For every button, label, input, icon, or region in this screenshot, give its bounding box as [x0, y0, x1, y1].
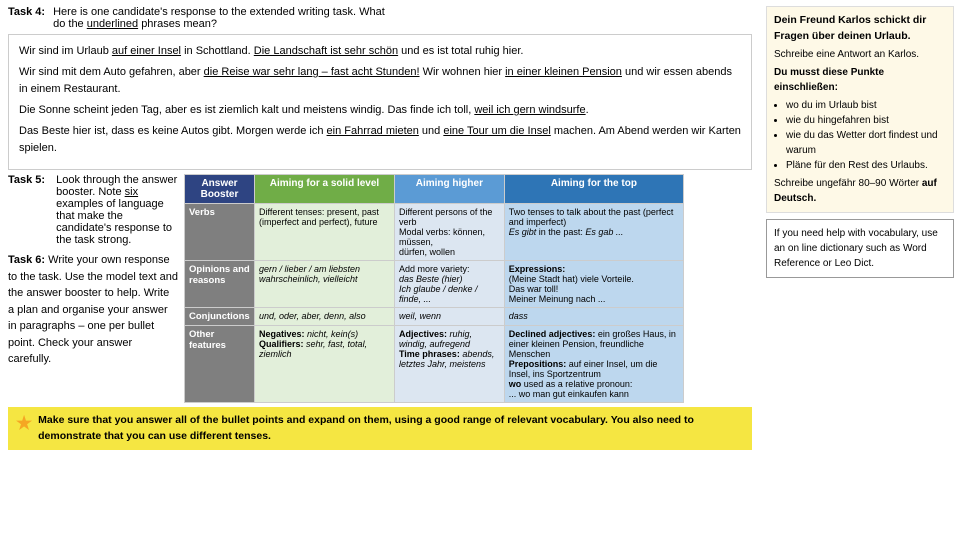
category-opinions: Opinions and reasons [185, 261, 255, 308]
booster-col1-header: Aiming for a solid level [255, 175, 395, 204]
booster-col3-header: Aiming for the top [504, 175, 683, 204]
bullet-3: wie du das Wetter dort findest und warum [786, 128, 946, 158]
german-card-title: Dein Freund Karlos schickt dir Fragen üb… [774, 13, 946, 45]
booster-table-container: Answer Booster Aiming for a solid level … [184, 174, 684, 403]
german-card-word-count: Schreibe ungefähr 80–90 Wörter auf Deuts… [774, 176, 946, 206]
task4-label: Task 4: [8, 6, 45, 18]
german-card-bullets: wo du im Urlaub bist wie du hingefahren … [774, 98, 946, 173]
category-conjunctions: Conjunctions [185, 308, 255, 326]
bullet-4: Pläne für den Rest des Urlaubs. [786, 158, 946, 173]
task6-label: Task 6: [8, 254, 45, 266]
other-top: Declined adjectives: ein großes Haus, in… [504, 326, 683, 403]
other-solid: Negatives: nicht, kein(s)Qualifiers: seh… [255, 326, 395, 403]
verbs-solid: Different tenses: present, past (imperfe… [255, 204, 395, 261]
booster-row-opinions: Opinions and reasons gern / lieber / am … [185, 261, 684, 308]
bullet-1: wo du im Urlaub bist [786, 98, 946, 113]
reminder-box: ★ Make sure that you answer all of the b… [8, 407, 752, 449]
task4-line1: Here is one candidate's response to the … [53, 6, 385, 18]
booster-header-row: Answer Booster Aiming for a solid level … [185, 175, 684, 204]
category-verbs: Verbs [185, 204, 255, 261]
german-card: Dein Freund Karlos schickt dir Fragen üb… [766, 6, 954, 213]
booster-table: Answer Booster Aiming for a solid level … [184, 174, 684, 403]
conj-higher: weil, wenn [394, 308, 504, 326]
task6-text: Write your own response to the task. Use… [8, 254, 178, 365]
dict-tip-box: If you need help with vocabulary, use an… [766, 219, 954, 278]
german-para2: Wir sind mit dem Auto gefahren, aber die… [19, 64, 741, 98]
verbs-higher: Different persons of the verbModal verbs… [394, 204, 504, 261]
bullet-2: wie du hingefahren bist [786, 113, 946, 128]
german-para4: Das Beste hier ist, dass es keine Autos … [19, 123, 741, 157]
german-para1: Wir sind im Urlaub auf einer Insel in Sc… [19, 43, 741, 60]
german-para3: Die Sonne scheint jeden Tag, aber es ist… [19, 102, 741, 119]
dict-tip-text: If you need help with vocabulary, use an… [774, 228, 938, 269]
conj-solid: und, oder, aber, denn, also [255, 308, 395, 326]
main-container: Task 4: Here is one candidate's response… [0, 0, 960, 540]
task4-end: phrases mean? [141, 18, 217, 30]
task6-block: Task 6: Write your own response to the t… [8, 252, 178, 368]
task4-header: Task 4: Here is one candidate's response… [8, 6, 752, 30]
opinions-higher: Add more variety:das Beste (hier)Ich gla… [394, 261, 504, 308]
other-higher: Adjectives: ruhig, windig, aufregendTime… [394, 326, 504, 403]
six-link[interactable]: six [125, 186, 138, 198]
task4-do-the: do the [53, 18, 84, 30]
task5-row: Task 5: Look through the answer booster.… [8, 174, 178, 246]
verbs-top: Two tenses to talk about the past (perfe… [504, 204, 683, 261]
opinions-solid: gern / lieber / am liebstenwahrscheinlic… [255, 261, 395, 308]
booster-col2-header: Aiming higher [394, 175, 504, 204]
booster-header-left: Answer Booster [185, 175, 255, 204]
booster-row-verbs: Verbs Different tenses: present, past (i… [185, 204, 684, 261]
task5-text: Look through the answer booster. Note si… [56, 174, 178, 246]
german-card-must: Du musst diese Punkte einschließen: [774, 65, 946, 95]
conj-top: dass [504, 308, 683, 326]
left-panel: Task 4: Here is one candidate's response… [0, 0, 760, 540]
opinions-top: Expressions:(Meine Stadt hat) viele Vort… [504, 261, 683, 308]
task4-instruction: Here is one candidate's response to the … [53, 6, 385, 30]
task5-label: Task 5: [8, 174, 45, 186]
booster-section: Task 5: Look through the answer booster.… [8, 174, 752, 403]
booster-row-conjunctions: Conjunctions und, oder, aber, denn, also… [185, 308, 684, 326]
right-panel: Dein Freund Karlos schickt dir Fragen üb… [760, 0, 960, 540]
booster-row-other: Other features Negatives: nicht, kein(s)… [185, 326, 684, 403]
category-other: Other features [185, 326, 255, 403]
german-card-subtitle: Schreibe eine Antwort an Karlos. [774, 47, 946, 62]
star-icon: ★ [16, 414, 32, 432]
german-text-box: Wir sind im Urlaub auf einer Insel in Sc… [8, 34, 752, 170]
task4-underlined: underlined [87, 18, 138, 30]
reminder-text: Make sure that you answer all of the bul… [38, 413, 744, 443]
